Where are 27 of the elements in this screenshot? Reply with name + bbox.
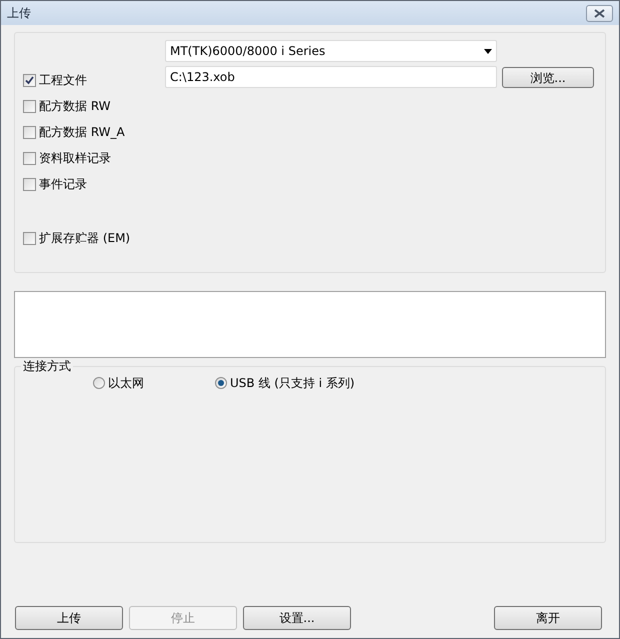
dialog-button[interactable]: 设置... [243, 606, 351, 630]
checkbox-label: 资料取样记录 [39, 150, 111, 167]
dropdown-arrow-icon [484, 48, 492, 54]
group-label: 连接方式 [21, 359, 73, 373]
checkbox-label: 事件记录 [39, 176, 87, 193]
dialog-button[interactable]: 上传 [15, 606, 123, 630]
checkbox[interactable] [23, 126, 36, 138]
dialog-button[interactable]: 离开 [494, 606, 602, 630]
checkbox[interactable] [23, 178, 36, 190]
checkbox[interactable] [23, 152, 36, 164]
checkbox[interactable] [23, 100, 36, 112]
radio-label: 以太网 [108, 375, 144, 392]
checkbox-label: 配方数据 RW_A [39, 124, 125, 141]
file-path-field[interactable]: C:\123.xob [165, 66, 497, 88]
checkbox[interactable] [23, 74, 36, 86]
window-title: 上传 [7, 5, 31, 22]
radio-label: USB 线 (只支持 i 系列) [230, 375, 355, 392]
radio-button[interactable] [215, 377, 227, 389]
close-icon [594, 8, 605, 18]
checkbox-label: 工程文件 [39, 72, 87, 89]
device-dropdown[interactable]: MT(TK)6000/8000 i Series [165, 40, 497, 62]
checkbox-label: 配方数据 RW [39, 98, 111, 115]
close-button[interactable] [586, 4, 613, 22]
browse-button[interactable]: 浏览... [502, 67, 594, 88]
radio-button[interactable] [93, 377, 105, 389]
checkbox-label: 扩展存贮器 (EM) [39, 230, 130, 247]
checkbox[interactable] [23, 232, 36, 244]
